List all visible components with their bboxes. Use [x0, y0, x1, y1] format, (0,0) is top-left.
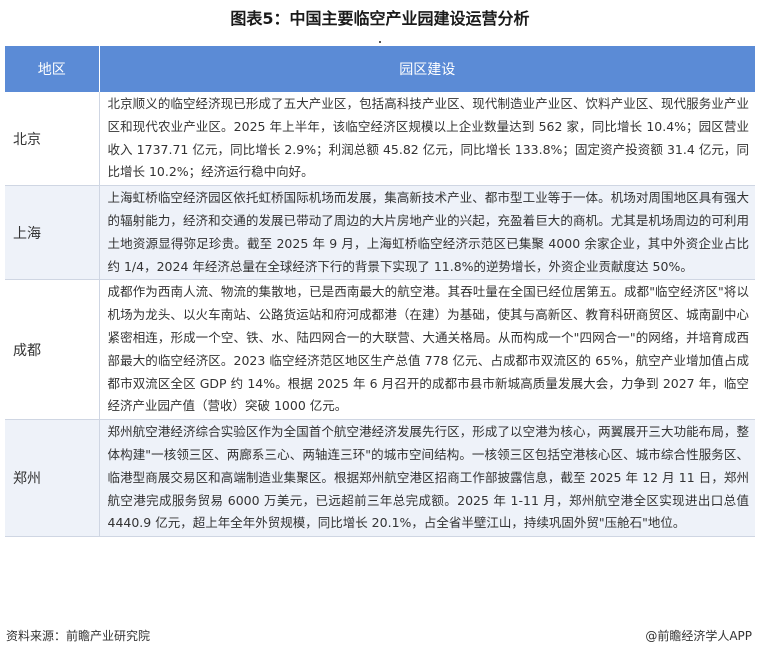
source-note: 资料来源：前瞻产业研究院	[6, 629, 151, 643]
column-header-park-construction: 园区建设	[99, 46, 755, 92]
description-cell: 北京顺义的临空经济现已形成了五大产业区，包括高科技产业区、现代制造业产业区、饮料…	[99, 92, 755, 187]
page-title: 图表5：中国主要临空产业园建设运营分析	[230, 9, 530, 28]
brand-credit: @前瞻经济学人APP	[645, 629, 752, 643]
table-row: 成都 成都作为西南人流、物流的集散地，已是西南最大的航空港。其吞吐量在全国已经位…	[5, 279, 755, 421]
description-cell: 成都作为西南人流、物流的集散地，已是西南最大的航空港。其吞吐量在全国已经位居第五…	[99, 279, 755, 421]
parks-table: 地区 园区建设 北京 北京顺义的临空经济现已形成了五大产业区，包括高科技产业区、…	[5, 46, 755, 538]
table-row: 郑州 郑州航空港经济综合实验区作为全国首个航空港经济发展先行区，形成了以空港为核…	[5, 419, 755, 538]
table-row: 北京 北京顺义的临空经济现已形成了五大产业区，包括高科技产业区、现代制造业产业区…	[5, 92, 755, 187]
region-cell: 郑州	[5, 419, 100, 538]
description-cell: 郑州航空港经济综合实验区作为全国首个航空港经济发展先行区，形成了以空港为核心，两…	[99, 419, 755, 538]
table-row: 上海 上海虹桥临空经济园区依托虹桥国际机场而发展，集高新技术产业、都市型工业等于…	[5, 185, 755, 281]
separator-dot	[379, 41, 381, 43]
table-header-row: 地区 园区建设	[5, 46, 755, 92]
region-cell: 成都	[5, 279, 100, 421]
region-cell: 上海	[5, 185, 100, 281]
column-header-region: 地区	[5, 46, 100, 92]
description-cell: 上海虹桥临空经济园区依托虹桥国际机场而发展，集高新技术产业、都市型工业等于一体。…	[99, 185, 755, 281]
region-cell: 北京	[5, 92, 100, 187]
